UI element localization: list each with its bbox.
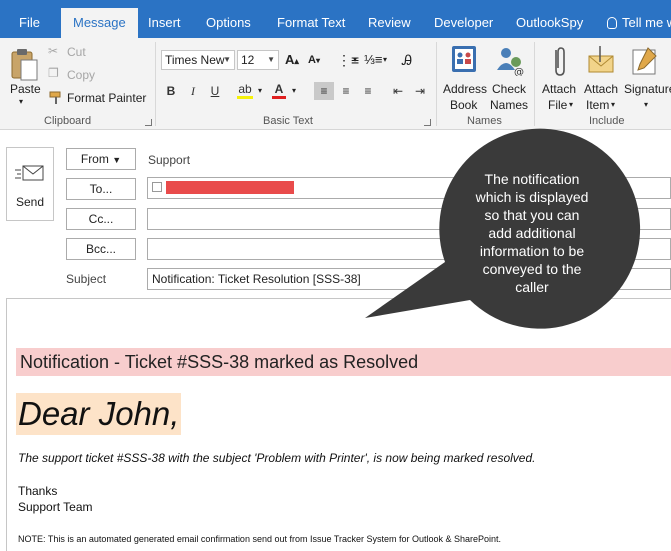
- callout-text: The notification which is displayed so t…: [452, 170, 612, 296]
- callout-line: information to be: [479, 243, 585, 259]
- callout-line: conveyed to the: [482, 261, 582, 277]
- callout-line: which is displayed: [475, 189, 589, 205]
- callout-line: caller: [515, 279, 549, 295]
- callout-line: The notification: [484, 171, 580, 187]
- callout-line: add additional: [488, 225, 576, 241]
- callout-line: so that you can: [484, 207, 580, 223]
